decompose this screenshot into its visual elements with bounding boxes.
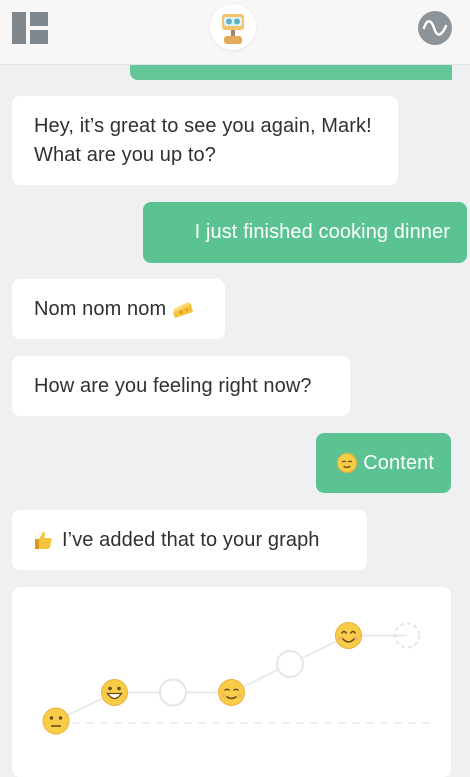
message-text: Hey, it’s great to see you again, Mark! … bbox=[34, 115, 372, 166]
relieved-face-icon bbox=[218, 679, 245, 706]
message-text: Nom nom nom bbox=[34, 297, 167, 320]
empty-mood-point bbox=[159, 678, 187, 707]
mood-graph-card bbox=[12, 587, 451, 777]
grinning-face-icon bbox=[101, 679, 128, 706]
mood-trend-line bbox=[55, 634, 349, 722]
mood-graph bbox=[42, 622, 432, 735]
bot-message-bubble: How are you feeling right now? bbox=[12, 356, 350, 416]
user-message-bubble: Content bbox=[316, 433, 451, 493]
user-message-bubble: I just finished cooking dinner bbox=[143, 202, 467, 263]
pulse-wave-icon[interactable] bbox=[418, 11, 452, 45]
message-text: How are you feeling right now? bbox=[34, 374, 312, 397]
bot-message-bubble: Hey, it’s great to see you again, Mark! … bbox=[12, 96, 398, 185]
neutral-face-icon bbox=[42, 707, 70, 735]
message-text: I’ve added that to your graph bbox=[62, 528, 320, 551]
bot-message-bubble: I’ve added that to your graph bbox=[12, 510, 367, 570]
cheese-icon bbox=[173, 302, 194, 318]
message-text: I just finished cooking dinner bbox=[194, 221, 450, 243]
layout-grid-icon[interactable] bbox=[12, 12, 48, 44]
empty-mood-point bbox=[276, 650, 304, 678]
smiling-face-icon bbox=[335, 622, 362, 649]
relieved-face-icon bbox=[337, 453, 358, 473]
bot-message-bubble: Nom nom nom bbox=[12, 279, 225, 339]
thumbs-up-icon bbox=[35, 531, 52, 549]
message-text: Content bbox=[363, 451, 434, 474]
robot-avatar-icon bbox=[210, 4, 256, 50]
